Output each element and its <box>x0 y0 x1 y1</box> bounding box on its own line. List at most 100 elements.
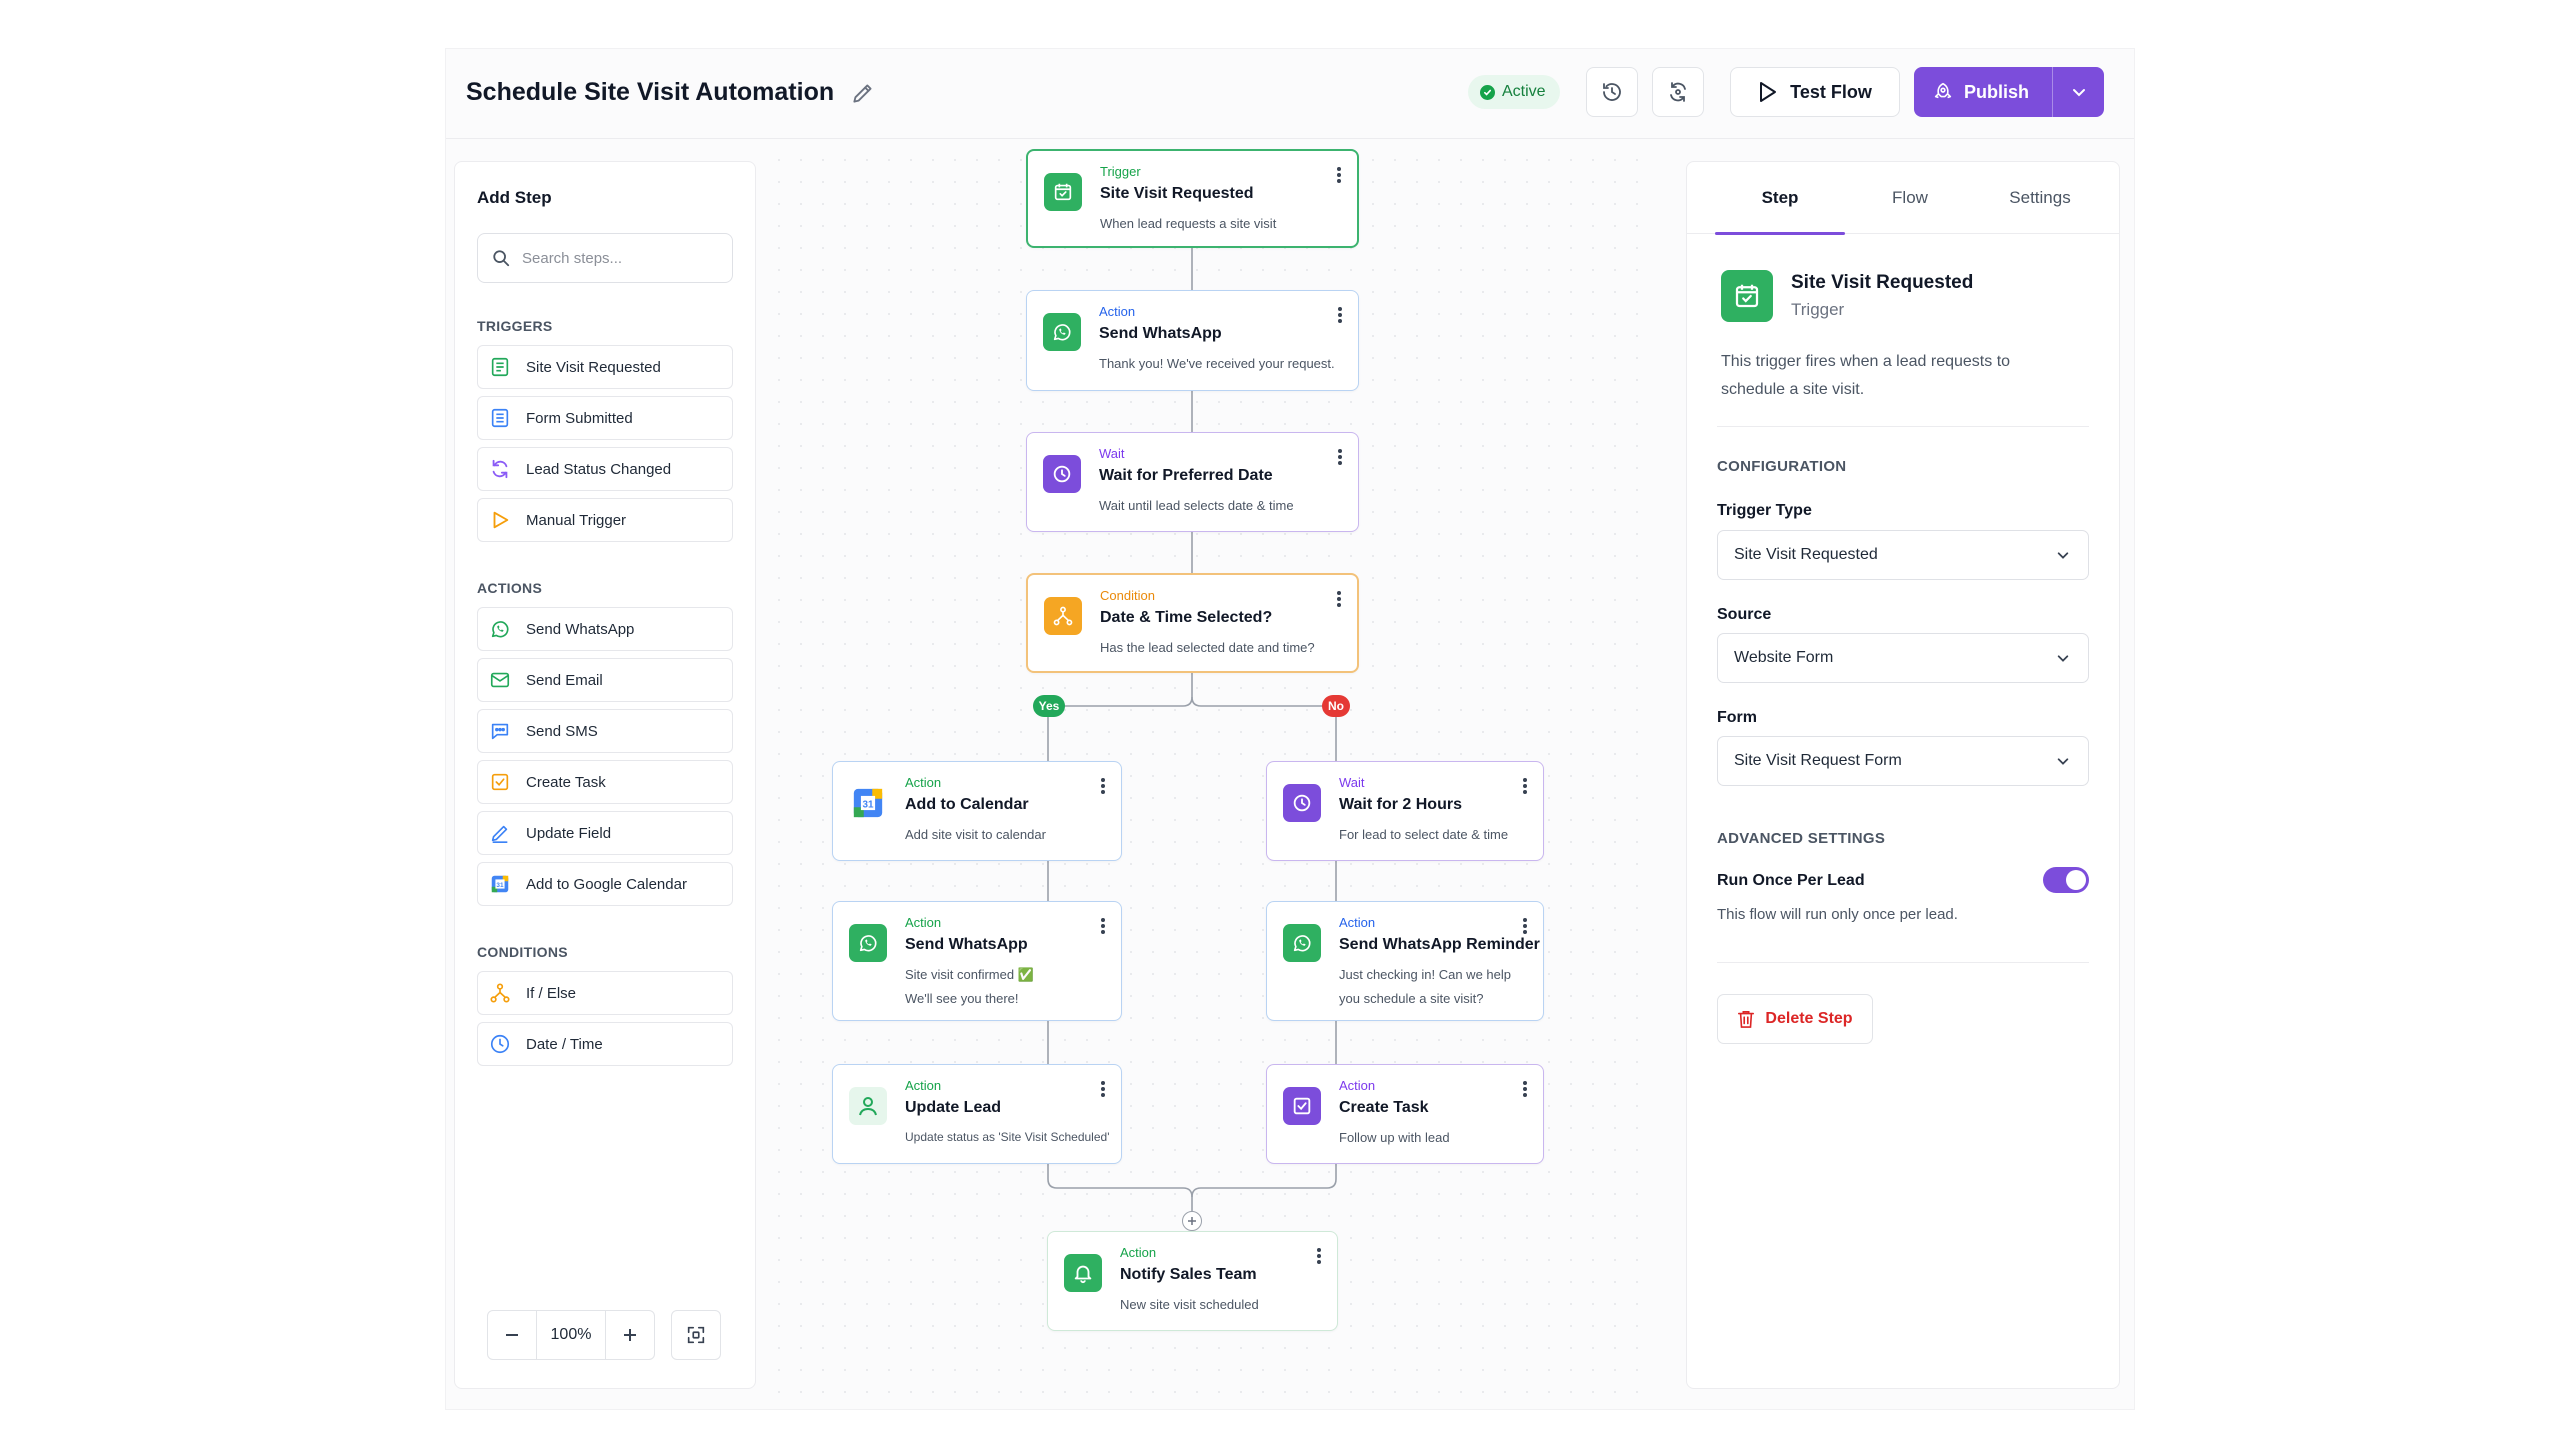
flow-node-create-task[interactable]: Action Create Task Follow up with lead <box>1266 1064 1544 1164</box>
node-title: Send WhatsApp <box>1099 325 1222 342</box>
node-menu-icon[interactable] <box>1336 447 1344 467</box>
step-item-label: Create Task <box>526 773 606 791</box>
step-item-label: Send Email <box>526 671 603 689</box>
properties-tabs: Step Flow Settings <box>1687 162 2119 235</box>
configuration-section-label: CONFIGURATION <box>1717 458 1847 475</box>
step-item-site-visit-requested[interactable]: Site Visit Requested <box>477 345 733 389</box>
publish-button[interactable]: Publish <box>1914 67 2052 117</box>
clock-icon <box>490 1034 510 1054</box>
status-label: Active <box>1502 83 1546 100</box>
node-desc: When lead requests a site visit <box>1100 216 1277 231</box>
chevron-down-icon <box>2057 758 2069 765</box>
divider <box>1717 962 2089 963</box>
node-title: Send WhatsApp Reminder <box>1339 936 1540 953</box>
step-item-label: Site Visit Requested <box>526 358 661 376</box>
tab-flow[interactable]: Flow <box>1845 162 1975 234</box>
tab-step[interactable]: Step <box>1715 162 1845 235</box>
page-title: Schedule Site Visit Automation <box>466 78 835 106</box>
zoom-in-button[interactable] <box>606 1311 654 1359</box>
flow-node-add-to-calendar[interactable]: 31 Action Add to Calendar Add site visit… <box>832 761 1122 861</box>
step-item-label: Date / Time <box>526 1035 603 1053</box>
step-item-label: If / Else <box>526 984 577 1002</box>
branch-icon <box>1044 597 1082 635</box>
conditions-section-label: CONDITIONS <box>477 944 568 960</box>
history-button[interactable] <box>1586 67 1638 117</box>
step-item-form-submitted[interactable]: Form Submitted <box>477 396 733 440</box>
step-item-send-sms[interactable]: Send SMS <box>477 709 733 753</box>
zoom-out-button[interactable] <box>488 1311 536 1359</box>
calendar-icon <box>1044 173 1082 211</box>
search-steps-box[interactable] <box>477 233 733 283</box>
flow-node-send-whatsapp-reminder[interactable]: Action Send WhatsApp Reminder Just check… <box>1266 901 1544 1021</box>
automation-builder: Schedule Site Visit Automation Active Te… <box>445 48 2135 1410</box>
node-desc: Just checking in! Can we help <box>1339 967 1511 982</box>
source-select[interactable]: Website Form <box>1717 633 2089 683</box>
history-icon <box>1603 83 1621 101</box>
node-desc: New site visit scheduled <box>1120 1297 1259 1312</box>
flow-node-send-whatsapp-confirm[interactable]: Action Send WhatsApp Site visit confirme… <box>832 901 1122 1021</box>
node-menu-icon[interactable] <box>1336 305 1344 325</box>
node-menu-icon[interactable] <box>1099 776 1107 796</box>
tab-settings[interactable]: Settings <box>1975 162 2105 234</box>
step-item-label: Lead Status Changed <box>526 460 672 478</box>
step-item-lead-status-changed[interactable]: Lead Status Changed <box>477 447 733 491</box>
flow-node-notify-sales-team[interactable]: Action Notify Sales Team New site visit … <box>1047 1231 1338 1331</box>
node-title: Site Visit Requested <box>1100 185 1254 202</box>
delete-step-button[interactable]: Delete Step <box>1717 994 1873 1044</box>
flow-node-condition[interactable]: Condition Date & Time Selected? Has the … <box>1026 573 1359 673</box>
node-menu-icon[interactable] <box>1521 776 1529 796</box>
node-menu-icon[interactable] <box>1335 165 1343 185</box>
node-desc: Thank you! We've received your request. <box>1099 356 1335 371</box>
node-type: Action <box>905 915 942 930</box>
node-type: Action <box>1099 304 1136 319</box>
node-desc: Update status as 'Site Visit Scheduled' <box>905 1130 1110 1144</box>
trigger-type-value: Site Visit Requested <box>1734 546 1878 563</box>
trigger-type-select[interactable]: Site Visit Requested <box>1717 530 2089 580</box>
node-type: Action <box>905 1078 942 1093</box>
step-item-send-whatsapp[interactable]: Send WhatsApp <box>477 607 733 651</box>
flow-node-wait-2-hours[interactable]: Wait Wait for 2 Hours For lead to select… <box>1266 761 1544 861</box>
step-item-create-task[interactable]: Create Task <box>477 760 733 804</box>
node-menu-icon[interactable] <box>1335 589 1343 609</box>
add-step-button[interactable] <box>1182 1211 1202 1231</box>
publish-options-button[interactable] <box>2052 67 2104 117</box>
flow-node-update-lead[interactable]: Action Update Lead Update status as 'Sit… <box>832 1064 1122 1164</box>
node-menu-icon[interactable] <box>1099 916 1107 936</box>
flow-canvas[interactable]: Yes No Trigger Site Visit Requested When… <box>768 149 1648 1399</box>
trash-icon <box>1738 1010 1755 1028</box>
branch-icon <box>490 983 510 1003</box>
search-steps-input[interactable] <box>522 249 712 267</box>
node-menu-icon[interactable] <box>1315 1246 1323 1266</box>
node-menu-icon[interactable] <box>1099 1079 1107 1099</box>
edit-title-icon[interactable] <box>850 80 876 106</box>
test-flow-button[interactable]: Test Flow <box>1730 67 1900 117</box>
node-desc: Follow up with lead <box>1339 1130 1450 1145</box>
form-select[interactable]: Site Visit Request Form <box>1717 736 2089 786</box>
flow-node-send-whatsapp[interactable]: Action Send WhatsApp Thank you! We've re… <box>1026 290 1359 391</box>
flow-node-trigger[interactable]: Trigger Site Visit Requested When lead r… <box>1026 149 1359 248</box>
step-item-date-time[interactable]: Date / Time <box>477 1022 733 1066</box>
branch-yes-badge: Yes <box>1033 695 1065 717</box>
form-value: Site Visit Request Form <box>1734 752 1902 769</box>
node-menu-icon[interactable] <box>1521 1079 1529 1099</box>
message-icon <box>491 723 509 740</box>
task-icon <box>1283 1087 1321 1125</box>
node-desc: Wait until lead selects date & time <box>1099 498 1294 513</box>
sync-button[interactable] <box>1652 67 1704 117</box>
run-once-toggle[interactable] <box>2043 867 2089 893</box>
node-title: Date & Time Selected? <box>1100 609 1273 626</box>
node-title: Update Lead <box>905 1099 1002 1116</box>
properties-panel: Step Flow Settings Site Visit Requested … <box>1686 161 2120 1389</box>
whatsapp-icon <box>1283 924 1321 962</box>
flow-node-wait-preferred-date[interactable]: Wait Wait for Preferred Date Wait until … <box>1026 432 1359 532</box>
step-item-manual-trigger[interactable]: Manual Trigger <box>477 498 733 542</box>
step-item-update-field[interactable]: Update Field <box>477 811 733 855</box>
form-icon <box>491 408 509 428</box>
step-item-send-email[interactable]: Send Email <box>477 658 733 702</box>
step-item-if-else[interactable]: If / Else <box>477 971 733 1015</box>
fit-view-button[interactable] <box>671 1310 721 1360</box>
branch-no-badge: No <box>1322 695 1350 717</box>
node-menu-icon[interactable] <box>1521 916 1529 936</box>
header: Schedule Site Visit Automation Active Te… <box>446 49 2134 139</box>
step-item-add-to-google-calendar[interactable]: 31 Add to Google Calendar <box>477 862 733 906</box>
